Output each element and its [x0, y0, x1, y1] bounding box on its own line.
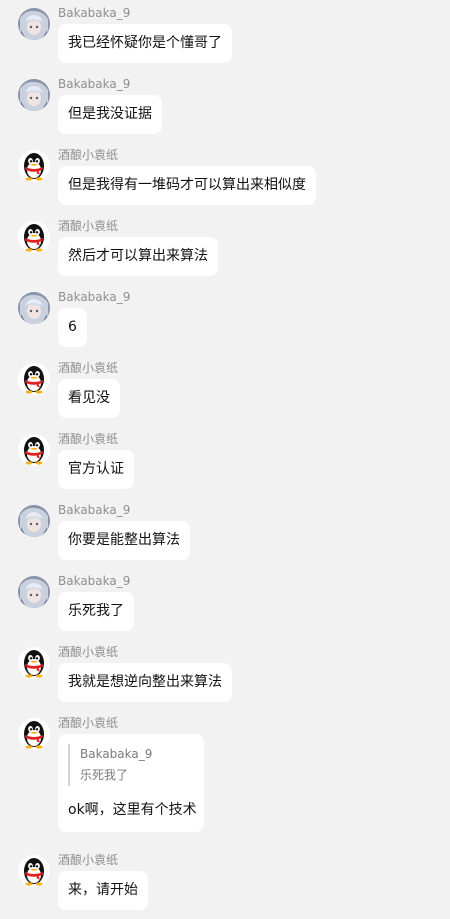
message-bubble[interactable]: 看见没 — [58, 379, 120, 418]
message-bubble[interactable]: 但是我没证据 — [58, 95, 162, 134]
sender-name: 酒酿小袁纸 — [58, 853, 119, 867]
sender-name: 酒酿小袁纸 — [58, 645, 119, 659]
sender-name: Bakabaka_9 — [58, 290, 131, 304]
anime-avatar-icon[interactable] — [18, 505, 50, 537]
quoted-message[interactable]: Bakabaka_9 乐死我了 — [68, 744, 194, 786]
message-bubble[interactable]: 但是我得有一堆码才可以算出来相似度 — [58, 166, 316, 205]
message-bubble[interactable]: 6 — [58, 308, 87, 347]
message-bubble[interactable]: 你要是能整出算法 — [58, 521, 190, 560]
anime-avatar-icon[interactable] — [18, 576, 50, 608]
penguin-avatar-icon[interactable] — [18, 855, 50, 887]
anime-avatar-icon[interactable] — [18, 292, 50, 324]
anime-avatar-icon[interactable] — [18, 79, 50, 111]
message-bubble[interactable]: 然后才可以算出来算法 — [58, 237, 218, 276]
sender-name: 酒酿小袁纸 — [58, 716, 119, 730]
sender-name: 酒酿小袁纸 — [58, 361, 119, 375]
sender-name: Bakabaka_9 — [58, 77, 131, 91]
message-text: ok啊，这里有个技术 — [68, 802, 197, 818]
message-bubble[interactable]: 我已经怀疑你是个懂哥了 — [58, 24, 232, 63]
message-bubble[interactable]: 乐死我了 — [58, 592, 134, 631]
message-bubble[interactable]: 来，请开始 — [58, 871, 148, 910]
chat-message-list[interactable]: Bakabaka_9 我已经怀疑你是个懂哥了 Bakabaka_9 但是我没证据… — [0, 0, 450, 919]
message-bubble[interactable]: 官方认证 — [58, 450, 134, 489]
penguin-avatar-icon[interactable] — [18, 718, 50, 750]
penguin-avatar-icon[interactable] — [18, 221, 50, 253]
quoted-sender-name: Bakabaka_9 — [80, 747, 153, 761]
penguin-avatar-icon[interactable] — [18, 150, 50, 182]
sender-name: 酒酿小袁纸 — [58, 432, 119, 446]
anime-avatar-icon[interactable] — [18, 8, 50, 40]
sender-name: Bakabaka_9 — [58, 574, 131, 588]
sender-name: 酒酿小袁纸 — [58, 219, 119, 233]
penguin-avatar-icon[interactable] — [18, 363, 50, 395]
sender-name: 酒酿小袁纸 — [58, 148, 119, 162]
message-bubble-with-quote[interactable]: Bakabaka_9 乐死我了 ok啊，这里有个技术 — [58, 734, 204, 832]
quoted-text: 乐死我了 — [80, 768, 129, 782]
sender-name: Bakabaka_9 — [58, 6, 131, 20]
penguin-avatar-icon[interactable] — [18, 647, 50, 679]
penguin-avatar-icon[interactable] — [18, 434, 50, 466]
message-bubble[interactable]: 我就是想逆向整出来算法 — [58, 663, 232, 702]
sender-name: Bakabaka_9 — [58, 503, 131, 517]
